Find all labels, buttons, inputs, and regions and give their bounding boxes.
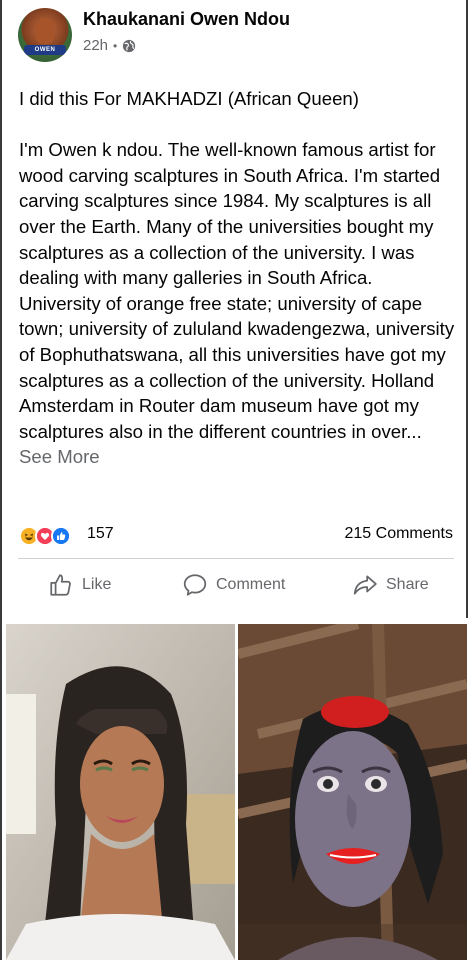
post-paragraph: I'm Owen k ndou. The well-known famous a…	[19, 137, 459, 470]
thumbs-up-outline-icon	[50, 574, 71, 596]
photo-woman[interactable]	[6, 624, 235, 960]
photo-grid	[4, 618, 468, 960]
post-stats: 157 215 Comments	[19, 522, 457, 550]
comment-label: Comment	[216, 576, 286, 593]
meta-separator: •	[113, 38, 118, 53]
avatar-face	[36, 18, 54, 44]
post-meta: 22h •	[83, 37, 136, 54]
author-avatar[interactable]: OWEN	[18, 8, 72, 62]
share-button[interactable]: Share	[352, 570, 429, 600]
woman-portrait-image	[6, 624, 235, 960]
post-header: OWEN Khaukanani Owen Ndou 22h •	[18, 8, 458, 64]
wood-sculpture-image	[238, 624, 467, 960]
avatar-badge: OWEN	[24, 45, 66, 55]
divider	[18, 558, 454, 559]
share-arrow-icon	[353, 575, 377, 595]
post-paragraph-text: I'm Owen k ndou. The well-known famous a…	[19, 139, 455, 442]
post-paragraph: I did this For MAKHADZI (African Queen)	[19, 88, 359, 109]
action-bar: Like Comment Share	[2, 562, 468, 608]
globe-icon	[123, 39, 136, 52]
reaction-count[interactable]: 157	[87, 525, 114, 543]
comment-count[interactable]: 215 Comments	[345, 525, 454, 543]
see-more-link[interactable]: See More	[19, 446, 100, 467]
post-time[interactable]: 22h	[83, 37, 108, 54]
like-button[interactable]: Like	[48, 570, 111, 600]
photo-sculpture[interactable]	[238, 624, 467, 960]
reaction-icons[interactable]	[19, 526, 83, 546]
facebook-post: OWEN Khaukanani Owen Ndou 22h • I did th…	[0, 0, 468, 960]
like-label: Like	[82, 576, 112, 593]
share-label: Share	[386, 576, 429, 593]
like-icon	[51, 526, 71, 546]
author-name[interactable]: Khaukanani Owen Ndou	[83, 9, 290, 30]
post-body: I did this For MAKHADZI (African Queen) …	[19, 86, 459, 470]
speech-bubble-icon	[183, 574, 207, 596]
comment-button[interactable]: Comment	[182, 570, 285, 600]
